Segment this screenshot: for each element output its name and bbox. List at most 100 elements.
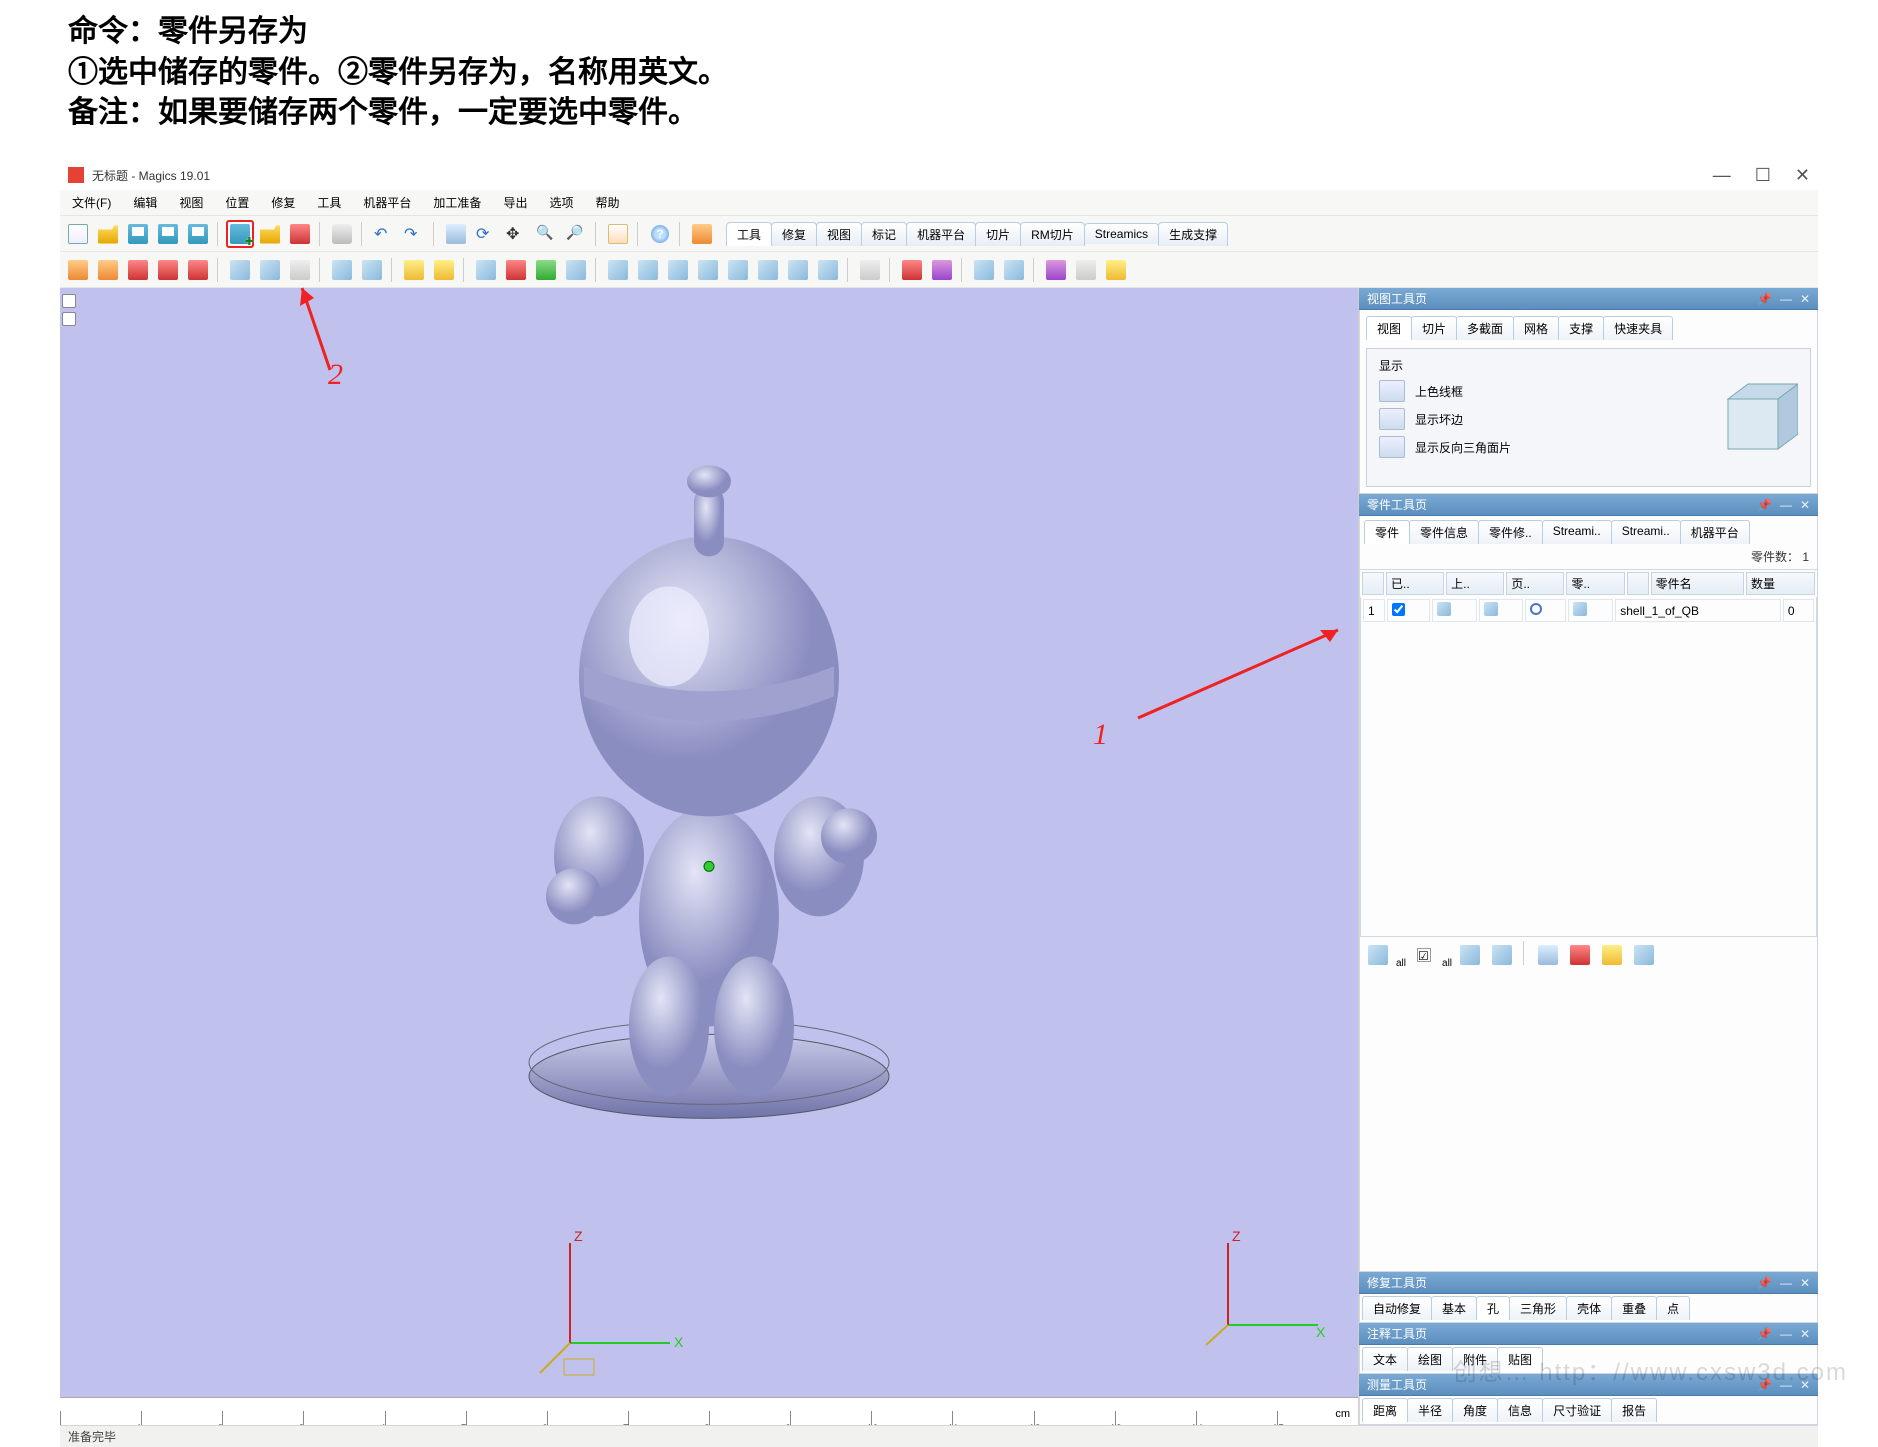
check-all-button[interactable]: ☑: [1410, 941, 1438, 969]
redo-button[interactable]: [400, 220, 428, 248]
tool-gear[interactable]: [1042, 256, 1070, 284]
menu-view[interactable]: 视图: [171, 192, 211, 213]
tool-wrap[interactable]: [784, 256, 812, 284]
tab-distance[interactable]: 距离: [1362, 1398, 1408, 1422]
tool-extrude[interactable]: [256, 256, 284, 284]
pane-pin-icon[interactable]: 📌: [1757, 1327, 1772, 1341]
menu-fix[interactable]: 修复: [263, 192, 303, 213]
partview-3[interactable]: [1598, 941, 1626, 969]
handle-icon[interactable]: [62, 294, 76, 308]
zoom-out-button[interactable]: [562, 220, 590, 248]
pane-pin-icon[interactable]: 📌: [1757, 498, 1772, 512]
menu-file[interactable]: 文件(F): [64, 192, 119, 213]
menu-edit[interactable]: 编辑: [125, 192, 165, 213]
save-all-button[interactable]: [154, 220, 182, 248]
tab-fix[interactable]: 修复: [771, 222, 817, 246]
save-project-button[interactable]: [184, 220, 212, 248]
menu-help[interactable]: 帮助: [587, 192, 627, 213]
tab-report[interactable]: 报告: [1611, 1398, 1657, 1422]
partview-1[interactable]: [1534, 941, 1562, 969]
menu-export[interactable]: 导出: [495, 192, 535, 213]
pane-close-icon[interactable]: ✕: [1800, 498, 1810, 512]
tool-gesture[interactable]: [430, 256, 458, 284]
tool-label-2[interactable]: [928, 256, 956, 284]
tool-hand[interactable]: [400, 256, 428, 284]
tab-parts[interactable]: 零件: [1364, 520, 1410, 544]
menu-buildprep[interactable]: 加工准备: [425, 192, 489, 213]
row-checkbox[interactable]: [1392, 603, 1405, 616]
tab-tools[interactable]: 工具: [726, 222, 772, 246]
col-selected[interactable]: 已..: [1386, 572, 1444, 595]
tab-view[interactable]: 视图: [816, 222, 862, 246]
col-part[interactable]: 零..: [1566, 572, 1624, 595]
flipped-icon[interactable]: [1379, 436, 1405, 458]
wireframe-icon[interactable]: [1379, 380, 1405, 402]
col-name[interactable]: 零件名: [1651, 572, 1744, 595]
tool-platform-2[interactable]: [1000, 256, 1028, 284]
menu-machine[interactable]: 机器平台: [355, 192, 419, 213]
tool-boolean-4[interactable]: [562, 256, 590, 284]
tool-shell-2[interactable]: [634, 256, 662, 284]
orientation-cube[interactable]: [1698, 374, 1798, 474]
badedge-icon[interactable]: [1379, 408, 1405, 430]
undo-button[interactable]: [370, 220, 398, 248]
menu-options[interactable]: 选项: [541, 192, 581, 213]
help-button[interactable]: ?: [646, 220, 674, 248]
viewport-3d[interactable]: X Z X Z 0 1 2 3 4 5 6: [60, 288, 1358, 1425]
zoom-in-button[interactable]: [532, 220, 560, 248]
partview-4[interactable]: [1630, 941, 1658, 969]
pane-min-icon[interactable]: —: [1780, 1327, 1792, 1341]
pane-close-icon[interactable]: ✕: [1800, 1327, 1810, 1341]
handle-icon[interactable]: [62, 312, 76, 326]
tab-view[interactable]: 视图: [1366, 316, 1412, 340]
tool-mirror[interactable]: [184, 256, 212, 284]
menu-tools[interactable]: 工具: [309, 192, 349, 213]
tab-hole[interactable]: 孔: [1476, 1296, 1510, 1320]
tab-machine[interactable]: 机器平台: [906, 222, 976, 246]
tool-section[interactable]: [814, 256, 842, 284]
tab-slice[interactable]: 切片: [1411, 316, 1457, 340]
tool-boolean-1[interactable]: [472, 256, 500, 284]
col-qty[interactable]: 数量: [1746, 572, 1815, 595]
copy-button[interactable]: [1488, 941, 1516, 969]
tool-move-axis[interactable]: [94, 256, 122, 284]
tool-shell-3[interactable]: [664, 256, 692, 284]
tab-draw[interactable]: 绘图: [1407, 1347, 1453, 1371]
tool-shell-1[interactable]: [604, 256, 632, 284]
pane-close-icon[interactable]: ✕: [1800, 1276, 1810, 1290]
tool-boolean-2[interactable]: [502, 256, 530, 284]
tab-dimcheck[interactable]: 尺寸验证: [1542, 1398, 1612, 1422]
tool-rotate[interactable]: [124, 256, 152, 284]
col-shade[interactable]: 上..: [1446, 572, 1504, 595]
tool-boolean-3[interactable]: [532, 256, 560, 284]
partview-2[interactable]: [1566, 941, 1594, 969]
maximize-button[interactable]: ☐: [1755, 165, 1771, 186]
tab-radius[interactable]: 半径: [1407, 1398, 1453, 1422]
tab-point[interactable]: 点: [1656, 1296, 1690, 1320]
col-page[interactable]: 页..: [1506, 572, 1564, 595]
tab-shell[interactable]: 壳体: [1566, 1296, 1612, 1320]
tool-shell-6[interactable]: [754, 256, 782, 284]
tab-streamics[interactable]: Streamics: [1084, 223, 1159, 244]
open-button[interactable]: [94, 220, 122, 248]
pane-close-icon[interactable]: ✕: [1800, 292, 1810, 306]
export-button[interactable]: [256, 220, 284, 248]
view-pan-button[interactable]: [502, 220, 530, 248]
report-button[interactable]: [604, 220, 632, 248]
pane-pin-icon[interactable]: 📌: [1757, 1276, 1772, 1290]
tool-primitive[interactable]: [226, 256, 254, 284]
tab-slice[interactable]: 切片: [975, 222, 1021, 246]
new-button[interactable]: [64, 220, 92, 248]
print-button[interactable]: [328, 220, 356, 248]
tool-shell-4[interactable]: [694, 256, 722, 284]
tool-shell-5[interactable]: [724, 256, 752, 284]
user-button[interactable]: [688, 220, 716, 248]
tool-support[interactable]: [1102, 256, 1130, 284]
save-part-as-button[interactable]: [226, 220, 254, 248]
tool-measure-1[interactable]: [856, 256, 884, 284]
select-all-button[interactable]: [1364, 941, 1392, 969]
tab-rmslice[interactable]: RM切片: [1020, 222, 1085, 246]
tab-streamics1[interactable]: Streami..: [1542, 520, 1612, 544]
tab-angle[interactable]: 角度: [1452, 1398, 1498, 1422]
tool-group-2[interactable]: [358, 256, 386, 284]
